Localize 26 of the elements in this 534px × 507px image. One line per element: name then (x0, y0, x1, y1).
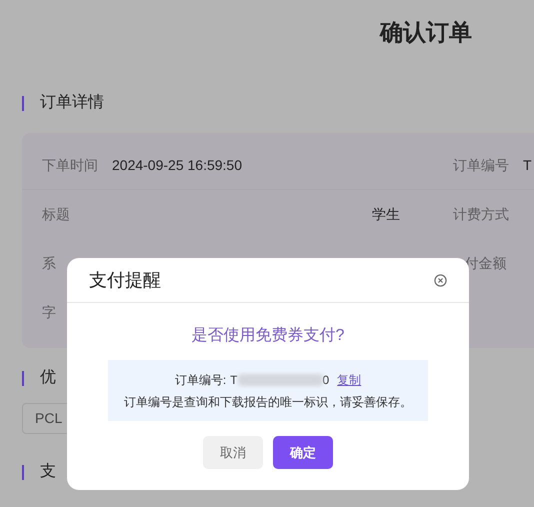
field-label: 标题 (42, 205, 71, 224)
section-marker (22, 96, 24, 110)
close-icon[interactable] (434, 274, 447, 286)
section-heading: 支 (40, 462, 56, 482)
page-title: 确认订单 (380, 18, 472, 47)
copy-link[interactable]: 复制 (337, 370, 362, 388)
cancel-button[interactable]: 取消 (203, 436, 263, 469)
dialog-question: 是否使用免费券支付? (190, 326, 346, 346)
field-label: 下单时间 (42, 156, 99, 174)
field-label: 系 (42, 254, 57, 273)
field-label: 订单编号 (453, 156, 510, 174)
field-value: 2024-09-25 16:59:50 (112, 156, 243, 174)
order-number: 0 (322, 372, 330, 388)
field-value: 学生 (371, 205, 400, 224)
section-heading: 订单详情 (40, 92, 104, 113)
order-number: T (230, 372, 238, 388)
dialog-title: 支付提醒 (89, 268, 161, 292)
section-marker (22, 464, 24, 480)
info-note: 订单编号是查询和下载报告的唯一标识，请妥善保存。 (124, 394, 412, 410)
confirm-button[interactable]: 确定 (273, 436, 333, 469)
section-heading: 优 (40, 368, 56, 388)
field-label: 计费方式 (453, 205, 510, 224)
field-value: T (523, 156, 532, 174)
field-label: 字 (42, 303, 57, 322)
section-marker (22, 370, 24, 386)
order-number-label: 订单编号: (174, 372, 226, 388)
